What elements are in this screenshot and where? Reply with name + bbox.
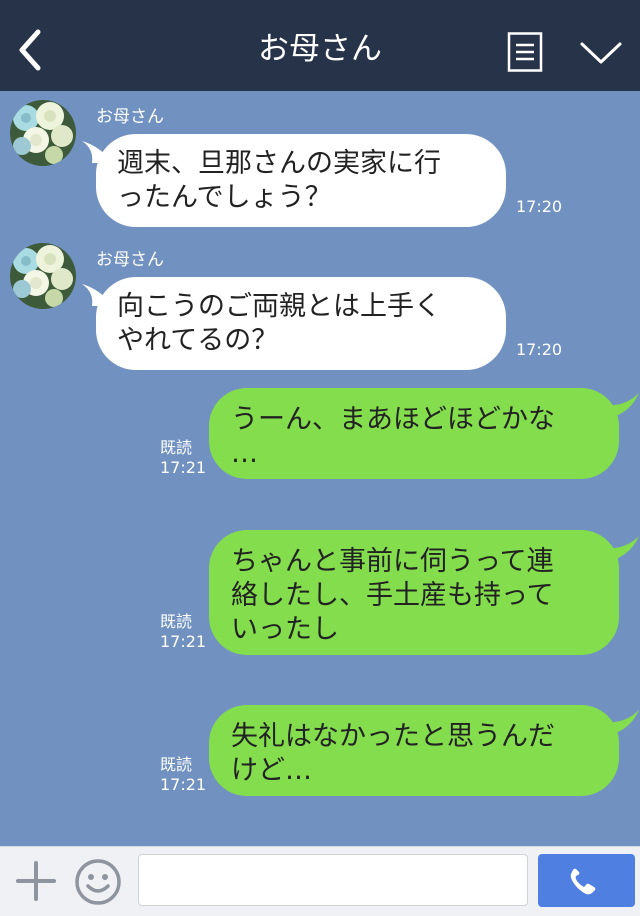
message-time: 17:20 (516, 197, 563, 216)
rose-bouquet-avatar-icon (10, 100, 76, 166)
read-receipt: 既読 (160, 755, 193, 774)
message-time: 17:20 (516, 340, 563, 359)
add-attachment-button[interactable] (14, 859, 58, 903)
menu-button[interactable] (507, 32, 543, 72)
message-line: 絡したし、手土産も持って (231, 580, 554, 611)
message-time: 17:21 (160, 458, 207, 477)
message-line: ったんでしょう？ (117, 182, 332, 213)
notes-icon (507, 32, 543, 72)
chat-area[interactable]: お母さん 週末、旦那さんの実家に行 ったんでしょう？ 17:20 お母さん 向こ… (0, 91, 640, 846)
message-time: 17:21 (160, 632, 207, 651)
chat-header: お母さん (0, 0, 640, 91)
phone-icon (570, 868, 596, 895)
back-button[interactable] (8, 24, 52, 74)
avatar[interactable] (10, 100, 76, 166)
message-input[interactable] (138, 854, 528, 906)
read-receipt: 既読 (160, 438, 193, 457)
message-bubble-outgoing[interactable]: 失礼はなかったと思うんだ けど… (209, 705, 619, 796)
read-receipt: 既読 (160, 612, 193, 631)
rose-bouquet-avatar-icon (10, 243, 76, 309)
sender-name: お母さん (96, 107, 164, 127)
message-bubble-incoming[interactable]: 週末、旦那さんの実家に行 ったんでしょう？ (96, 134, 506, 227)
message-bubble-outgoing[interactable]: ちゃんと事前に伺うって連 絡したし、手土産も持って いったし (209, 530, 619, 655)
message-line: 失礼はなかったと思うんだ (231, 721, 555, 752)
message-line: 向こうのご両親とは上手く (117, 291, 441, 322)
message-line: うーん、まあほどほどかな (231, 404, 555, 435)
avatar[interactable] (10, 243, 76, 309)
chat-title: お母さん (258, 31, 382, 67)
call-button[interactable] (538, 854, 635, 907)
message-line: 週末、旦那さんの実家に行 (117, 148, 441, 179)
message-time: 17:21 (160, 775, 207, 794)
message-bubble-incoming[interactable]: 向こうのご両親とは上手く やれてるの？ (96, 277, 506, 370)
input-bar (0, 846, 640, 916)
bubble-tail (605, 393, 639, 417)
chevron-down-icon (580, 42, 622, 64)
bubble-tail (605, 710, 639, 734)
bubble-tail (605, 536, 639, 560)
message-bubble-outgoing[interactable]: うーん、まあほどほどかな … (209, 388, 619, 479)
emoji-button[interactable] (74, 858, 122, 906)
message-line: … (231, 438, 258, 469)
message-line: やれてるの？ (117, 325, 279, 356)
smiley-icon (75, 859, 121, 905)
plus-icon (16, 861, 56, 901)
collapse-button[interactable] (576, 32, 626, 72)
chevron-left-icon (19, 29, 41, 71)
message-line: いったし (231, 614, 339, 645)
sender-name: お母さん (96, 250, 164, 270)
message-line: ちゃんと事前に伺うって連 (231, 546, 554, 577)
message-line: けど… (231, 755, 312, 786)
